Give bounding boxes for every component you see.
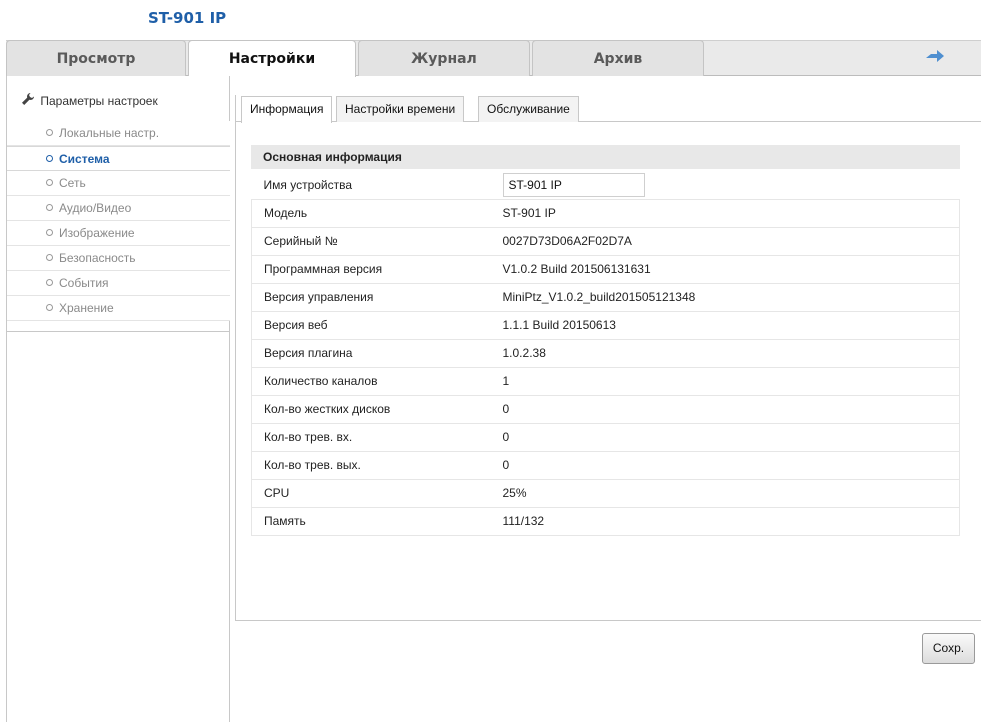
row-value: 0	[487, 394, 960, 423]
settings-content: Информация Настройки времени Обслуживани…	[235, 95, 981, 621]
row-label: Версия управления	[251, 282, 488, 311]
row-label: Модель	[251, 198, 488, 227]
table-row: CPU 25%	[251, 478, 960, 507]
bullet-icon	[46, 254, 53, 261]
sidebar-item-security[interactable]: Безопасность	[7, 246, 230, 271]
sidebar-item-events[interactable]: События	[7, 271, 230, 296]
sidebar-item-label: Аудио/Видео	[59, 201, 132, 215]
row-value: 0	[487, 450, 960, 479]
tab-settings[interactable]: Настройки	[188, 40, 356, 77]
sidebar-item-local[interactable]: Локальные настр.	[7, 121, 230, 146]
table-row: Программная версия V1.0.2 Build 201506131…	[251, 254, 960, 283]
row-label: Кол-во трев. вых.	[251, 450, 488, 479]
tab-maintenance[interactable]: Обслуживание	[478, 96, 579, 122]
row-value: 111/132	[487, 506, 960, 536]
sidebar-item-label: Система	[59, 152, 110, 166]
sub-tab-bar: Информация Настройки времени Обслуживани…	[236, 95, 981, 123]
row-label: CPU	[251, 478, 488, 507]
sidebar-item-audio-video[interactable]: Аудио/Видео	[7, 196, 230, 221]
bullet-icon	[46, 229, 53, 236]
table-row: Версия веб 1.1.1 Build 20150613	[251, 310, 960, 339]
bullet-icon	[46, 204, 53, 211]
sidebar-heading: Параметры настроек	[21, 92, 158, 110]
row-value: 1.1.1 Build 20150613	[487, 310, 960, 339]
sidebar-item-network[interactable]: Сеть	[7, 171, 230, 196]
row-label: Кол-во трев. вх.	[251, 422, 488, 451]
row-label: Версия плагина	[251, 338, 488, 367]
sidebar-item-label: Сеть	[59, 176, 86, 190]
sidebar-item-label: Безопасность	[59, 251, 136, 265]
tab-log[interactable]: Журнал	[358, 40, 530, 76]
row-value: 1.0.2.38	[487, 338, 960, 367]
sidebar-menu: Локальные настр. Система Сеть Аудио/Виде…	[7, 121, 230, 332]
info-table: Имя устройства МодельST-901 IP Серийный …	[251, 171, 960, 536]
row-label: Количество каналов	[251, 366, 488, 395]
tab-time-settings[interactable]: Настройки времени	[336, 96, 465, 122]
settings-sidebar: Параметры настроек Локальные настр. Сист…	[6, 76, 230, 722]
table-row: Имя устройства	[252, 171, 960, 199]
row-value: V1.0.2 Build 201506131631	[487, 254, 960, 283]
table-row: Серийный № 0027D73D06A2F02D7A	[251, 226, 960, 255]
row-value	[488, 171, 960, 199]
row-value: 25%	[487, 478, 960, 507]
row-label: Программная версия	[251, 254, 488, 283]
sidebar-item-label: Хранение	[59, 301, 114, 315]
tab-view[interactable]: Просмотр	[6, 40, 186, 76]
sidebar-item-image[interactable]: Изображение	[7, 221, 230, 246]
sidebar-item-system[interactable]: Система	[7, 146, 230, 171]
bullet-icon	[46, 129, 53, 136]
bullet-icon	[46, 179, 53, 186]
sidebar-item-label: Изображение	[59, 226, 135, 240]
tab-information[interactable]: Информация	[241, 96, 333, 123]
table-row: Версия управления MiniPtz_V1.0.2_build201…	[251, 282, 960, 311]
row-label: Версия веб	[251, 310, 488, 339]
bullet-icon	[46, 155, 53, 162]
table-row: Модель ST-901 IP	[251, 198, 960, 227]
logout-arrow-icon[interactable]	[925, 49, 945, 65]
row-value: ST-901 IP	[487, 198, 960, 227]
tab-archive[interactable]: Архив	[532, 40, 704, 76]
row-label: Серийный №	[251, 226, 488, 255]
top-tab-bar: Просмотр Настройки Журнал Архив	[6, 40, 981, 77]
row-value: 0	[487, 422, 960, 451]
row-value: 0027D73D06A2F02D7A	[487, 226, 960, 255]
row-label: Память	[251, 506, 488, 536]
table-row: Количество каналов 1	[251, 366, 960, 395]
sidebar-item-label: События	[59, 276, 109, 290]
row-label: Имя устройства	[263, 177, 353, 192]
app-title: ST-901 IP	[148, 9, 227, 27]
wrench-icon	[21, 92, 37, 111]
table-row: Память 111/132	[251, 506, 960, 536]
table-row: Версия плагина 1.0.2.38	[251, 338, 960, 367]
row-value: 1	[487, 366, 960, 395]
device-name-input[interactable]	[502, 172, 645, 197]
table-row: Кол-во жестких дисков 0	[251, 394, 960, 423]
sidebar-item-label: Локальные настр.	[59, 126, 160, 140]
bullet-icon	[46, 279, 53, 286]
table-row: Кол-во трев. вых. 0	[251, 450, 960, 479]
row-value: MiniPtz_V1.0.2_build201505121348	[487, 282, 960, 311]
row-label: Кол-во жестких дисков	[251, 394, 488, 423]
table-row: Кол-во трев. вх. 0	[251, 422, 960, 451]
save-button[interactable]: Сохр.	[922, 633, 975, 664]
sidebar-heading-label: Параметры настроек	[40, 94, 158, 108]
sidebar-item-storage[interactable]: Хранение	[7, 296, 230, 321]
bullet-icon	[46, 304, 53, 311]
section-title: Основная информация	[251, 145, 960, 169]
